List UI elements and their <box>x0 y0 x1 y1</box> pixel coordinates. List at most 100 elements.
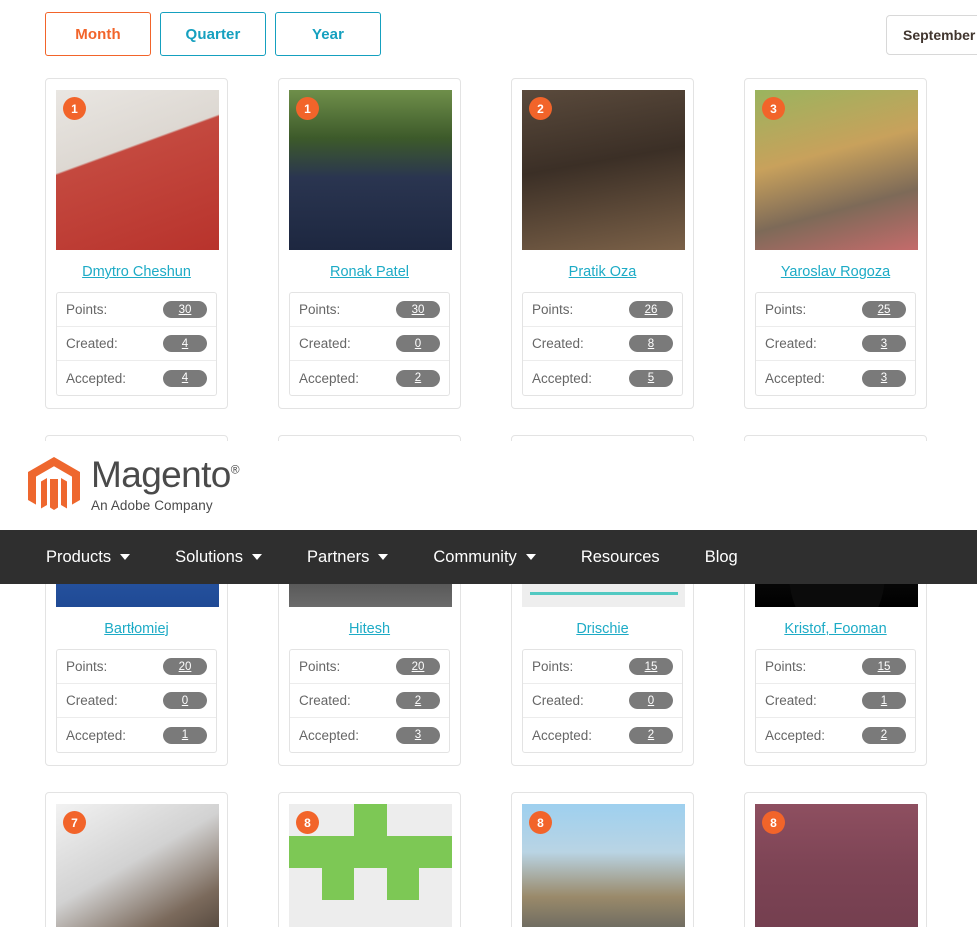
contributor-name-link[interactable]: Dmytro Cheshun <box>56 264 217 280</box>
rank-badge: 1 <box>296 97 319 120</box>
stat-value-points[interactable]: 30 <box>163 301 207 318</box>
period-tab-month[interactable]: Month <box>45 12 151 56</box>
stat-value-accepted[interactable]: 2 <box>862 726 906 744</box>
contributor-card[interactable]: 8Points:Created:Accepted: <box>744 792 927 927</box>
stat-value-created[interactable]: 0 <box>396 335 440 352</box>
stat-row-accepted: Accepted: 3 <box>290 718 449 752</box>
stat-value-points[interactable]: 15 <box>862 658 906 675</box>
chevron-down-icon <box>252 554 263 560</box>
stat-value-accepted[interactable]: 1 <box>163 726 207 744</box>
stat-label-points: Points: <box>66 659 108 674</box>
chevron-down-icon <box>120 554 131 560</box>
stat-row-points: Points: 25 <box>756 293 915 327</box>
stat-value-points[interactable]: 26 <box>629 301 673 318</box>
stat-value-accepted[interactable]: 2 <box>629 726 673 744</box>
rank-badge: 8 <box>762 811 785 834</box>
date-period-select[interactable]: September 2 <box>886 15 977 55</box>
nav-item-blog[interactable]: Blog <box>705 548 738 567</box>
contributor-name-link[interactable]: Ronak Patel <box>289 264 450 280</box>
stat-row-created: Created: 0 <box>290 327 449 361</box>
stat-value-created[interactable]: 0 <box>629 692 673 709</box>
stat-value-points[interactable]: 30 <box>396 301 440 318</box>
stat-label-accepted: Accepted: <box>299 370 360 386</box>
stat-label-points: Points: <box>532 659 574 674</box>
stat-value-accepted[interactable]: 3 <box>862 369 906 387</box>
stat-row-accepted: Accepted: 2 <box>523 718 682 752</box>
stat-value-created[interactable]: 8 <box>629 335 673 352</box>
stat-value-accepted[interactable]: 5 <box>629 369 673 387</box>
stat-value-created[interactable]: 0 <box>163 692 207 709</box>
stat-value-accepted[interactable]: 3 <box>396 726 440 744</box>
stat-value-created[interactable]: 4 <box>163 335 207 352</box>
stat-value-accepted[interactable]: 2 <box>396 369 440 387</box>
contributor-stats: Points: 26 Created: 8 Accepted: 5 <box>522 292 683 396</box>
leaderboard-page: MonthQuarterYear September 2 1 Dmytro Che… <box>0 0 977 927</box>
stat-row-accepted: Accepted: 2 <box>290 361 449 395</box>
nav-item-products[interactable]: Products <box>46 547 131 567</box>
stat-label-points: Points: <box>299 659 341 674</box>
stat-row-created: Created: 4 <box>57 327 216 361</box>
contributor-card[interactable]: 1 Ronak Patel Points: 30 Created: 0 Accepted: 2 <box>278 78 461 409</box>
stat-value-points[interactable]: 20 <box>396 658 440 675</box>
stat-label-created: Created: <box>765 693 817 708</box>
avatar: 8 <box>755 804 918 927</box>
contributor-card[interactable]: 8Points:Created:Accepted: <box>278 792 461 927</box>
contributor-name-link[interactable]: Kristof, Fooman <box>755 621 916 637</box>
nav-item-solutions[interactable]: Solutions <box>175 548 263 567</box>
contributor-card[interactable]: 8Points:Created:Accepted: <box>511 792 694 927</box>
stat-label-points: Points: <box>299 302 341 317</box>
period-tab-year[interactable]: Year <box>275 12 381 56</box>
stat-value-points[interactable]: 20 <box>163 658 207 675</box>
rank-badge: 2 <box>529 97 552 120</box>
avatar: 8 <box>289 804 452 927</box>
stat-label-points: Points: <box>765 302 807 317</box>
stat-label-accepted: Accepted: <box>66 370 127 386</box>
rank-badge: 8 <box>296 811 319 834</box>
stat-row-points: Points: 20 <box>290 650 449 684</box>
contributor-card[interactable]: 3 Yaroslav Rogoza Points: 25 Created: 3 Accept… <box>744 78 927 409</box>
stat-value-created[interactable]: 1 <box>862 692 906 709</box>
stat-label-points: Points: <box>532 302 574 317</box>
stat-label-accepted: Accepted: <box>532 370 593 386</box>
magento-logo[interactable]: Magento® An Adobe Company <box>28 456 240 515</box>
stat-label-created: Created: <box>532 336 584 351</box>
stat-row-points: Points: 15 <box>756 650 915 684</box>
contributor-stats: Points: 20 Created: 0 Accepted: 1 <box>56 649 217 753</box>
period-tab-group: Month Quarter Year <box>45 12 381 56</box>
contributor-name-link[interactable]: Hitesh <box>289 621 450 637</box>
contributor-card[interactable]: 7Points:Created:Accepted: <box>45 792 228 927</box>
contributor-name-link[interactable]: Bartłomiej <box>56 621 217 637</box>
stat-row-accepted: Accepted: 1 <box>57 718 216 752</box>
stat-row-created: Created: 1 <box>756 684 915 718</box>
stat-value-points[interactable]: 25 <box>862 301 906 318</box>
period-tab-quarter[interactable]: Quarter <box>160 12 266 56</box>
stat-value-accepted[interactable]: 4 <box>163 369 207 387</box>
registered-trademark-icon: ® <box>230 462 240 477</box>
contributor-stats: Points: 15 Created: 1 Accepted: 2 <box>755 649 916 753</box>
contributor-card[interactable]: 1 Dmytro Cheshun Points: 30 Created: 4 Accepte… <box>45 78 228 409</box>
stat-value-points[interactable]: 15 <box>629 658 673 675</box>
stat-row-created: Created: 0 <box>523 684 682 718</box>
stat-label-accepted: Accepted: <box>66 727 127 743</box>
stat-label-points: Points: <box>66 302 108 317</box>
rank-badge: 1 <box>63 97 86 120</box>
contributor-card[interactable]: 2 Pratik Oza Points: 26 Created: 8 Accepted: 5 <box>511 78 694 409</box>
avatar: 2 <box>522 90 685 250</box>
stat-label-accepted: Accepted: <box>765 727 826 743</box>
avatar: 1 <box>56 90 219 250</box>
stat-label-created: Created: <box>66 693 118 708</box>
stat-value-created[interactable]: 3 <box>862 335 906 352</box>
nav-item-label: Products <box>46 547 112 566</box>
nav-item-partners[interactable]: Partners <box>307 548 389 567</box>
stat-row-accepted: Accepted: 4 <box>57 361 216 395</box>
stat-value-created[interactable]: 2 <box>396 692 440 709</box>
stat-row-points: Points: 30 <box>290 293 449 327</box>
contributor-name-link[interactable]: Pratik Oza <box>522 264 683 280</box>
stat-row-created: Created: 2 <box>290 684 449 718</box>
nav-item-label: Blog <box>704 547 738 566</box>
rank-badge: 3 <box>762 97 785 120</box>
nav-item-resources[interactable]: Resources <box>581 548 660 567</box>
contributor-name-link[interactable]: Drischie <box>522 621 683 637</box>
nav-item-community[interactable]: Community <box>433 548 536 567</box>
contributor-name-link[interactable]: Yaroslav Rogoza <box>755 264 916 280</box>
